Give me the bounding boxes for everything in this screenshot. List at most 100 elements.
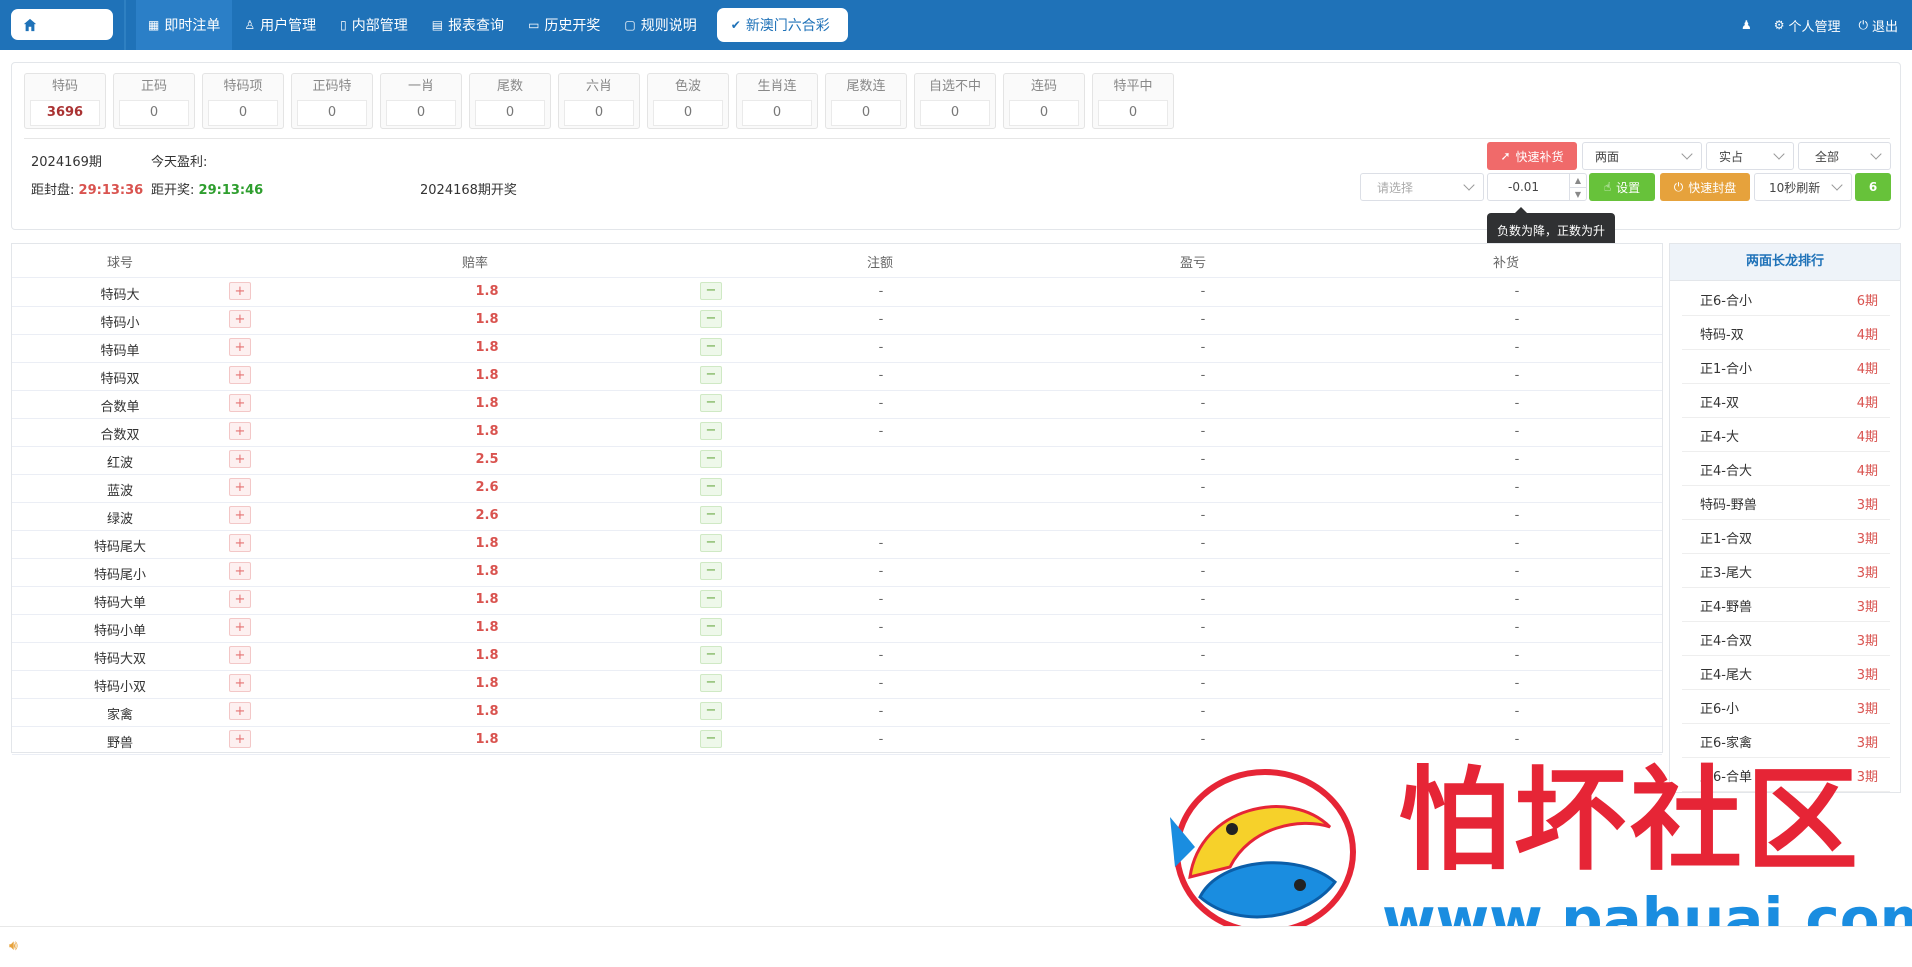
odds-value: 1.8	[475, 648, 499, 663]
odds-value: 1.8	[475, 676, 499, 691]
ranking-name: 正1-合双	[1700, 532, 1752, 547]
personal-settings-link[interactable]: ⚙ 个人管理	[1774, 16, 1841, 35]
adjust-stepper[interactable]: -0.01 ▲ ▼	[1487, 173, 1587, 201]
nav-item-internal[interactable]: ▯ 内部管理	[328, 0, 420, 50]
decrease-odds-button[interactable]: −	[700, 702, 722, 720]
ranking-name: 正6-小	[1700, 702, 1739, 717]
ranking-item: 正6-小 3期	[1682, 689, 1890, 724]
decrease-odds-button[interactable]: −	[700, 394, 722, 412]
category-tab[interactable]: 正码特 0	[291, 73, 373, 129]
odds-value: 1.8	[475, 732, 499, 747]
decrease-odds-button[interactable]: −	[700, 618, 722, 636]
refresh-select[interactable]: 10秒刷新	[1754, 173, 1852, 201]
category-tab[interactable]: 特平中 0	[1092, 73, 1174, 129]
hand-icon: ☝	[1603, 180, 1612, 194]
category-tab[interactable]: 特码项 0	[202, 73, 284, 129]
quick-seal-button[interactable]: ⏻ 快速封盘	[1660, 173, 1750, 201]
category-tab[interactable]: 尾数 0	[469, 73, 551, 129]
category-tab[interactable]: 特码 3696	[24, 73, 106, 129]
period-label: 2024169期	[31, 155, 102, 170]
ranking-periods: 3期	[1856, 566, 1878, 581]
user-avatar[interactable]: ♟	[1741, 18, 1756, 32]
increase-odds-button[interactable]: +	[229, 702, 251, 720]
quick-fill-button[interactable]: ➚ 快速补货	[1487, 142, 1577, 170]
table-row: 特码大双 +1.8 − - - -	[12, 642, 1662, 671]
category-tab[interactable]: 六肖 0	[558, 73, 640, 129]
nav-item-users[interactable]: ♙ 用户管理	[232, 0, 328, 50]
increase-odds-button[interactable]: +	[229, 618, 251, 636]
table-row: 特码尾小 +1.8 − - - -	[12, 558, 1662, 587]
category-tab[interactable]: 连码 0	[1003, 73, 1085, 129]
chevron-down-icon[interactable]: ▼	[1570, 188, 1586, 201]
refresh-count-badge[interactable]: 6	[1855, 173, 1891, 201]
decrease-odds-button[interactable]: −	[700, 338, 722, 356]
decrease-odds-button[interactable]: −	[700, 534, 722, 552]
speaker-icon[interactable]: 🔊︎	[9, 938, 18, 954]
pl-cell: -	[1200, 564, 1206, 579]
increase-odds-button[interactable]: +	[229, 310, 251, 328]
category-tab[interactable]: 自选不中 0	[914, 73, 996, 129]
increase-odds-button[interactable]: +	[229, 338, 251, 356]
increase-odds-button[interactable]: +	[229, 366, 251, 384]
ranking-item: 正6-合小 6期	[1682, 281, 1890, 316]
category-name: 一肖	[407, 79, 434, 94]
decrease-odds-button[interactable]: −	[700, 506, 722, 524]
increase-odds-button[interactable]: +	[229, 590, 251, 608]
category-tab[interactable]: 正码 0	[113, 73, 195, 129]
decrease-odds-button[interactable]: −	[700, 674, 722, 692]
home-button[interactable]	[11, 9, 113, 40]
decrease-odds-button[interactable]: −	[700, 590, 722, 608]
fill-cell: -	[1514, 620, 1520, 635]
table-row: 特码尾大 +1.8 − - - -	[12, 530, 1662, 559]
category-tab[interactable]: 一肖 0	[380, 73, 462, 129]
option-select[interactable]: 请选择	[1360, 173, 1484, 201]
ranking-item: 正4-大 4期	[1682, 417, 1890, 452]
decrease-odds-button[interactable]: −	[700, 478, 722, 496]
increase-odds-button[interactable]: +	[229, 478, 251, 496]
bet-cell: -	[878, 704, 884, 719]
ranking-periods: 3期	[1856, 532, 1878, 547]
increase-odds-button[interactable]: +	[229, 506, 251, 524]
decrease-odds-button[interactable]: −	[700, 310, 722, 328]
increase-odds-button[interactable]: +	[229, 282, 251, 300]
mode-select[interactable]: 两面	[1582, 142, 1702, 170]
logout-link[interactable]: ⏻ 退出	[1858, 16, 1898, 35]
share-select[interactable]: 实占	[1706, 142, 1794, 170]
decrease-odds-button[interactable]: −	[700, 282, 722, 300]
increase-odds-button[interactable]: +	[229, 562, 251, 580]
nav-label: 即时注单	[164, 18, 221, 34]
decrease-odds-button[interactable]: −	[700, 646, 722, 664]
increase-odds-button[interactable]: +	[229, 450, 251, 468]
category-tab[interactable]: 生肖连 0	[736, 73, 818, 129]
decrease-odds-button[interactable]: −	[700, 450, 722, 468]
nav-item-reports[interactable]: ▤ 报表查询	[420, 0, 516, 50]
category-tab[interactable]: 尾数连 0	[825, 73, 907, 129]
range-select[interactable]: 全部	[1798, 142, 1891, 170]
increase-odds-button[interactable]: +	[229, 730, 251, 748]
table-row: 特码双 +1.8 − - - -	[12, 362, 1662, 391]
nav-item-instant-bets[interactable]: ▦ 即时注单	[136, 0, 233, 50]
nav-item-history[interactable]: ▭ 历史开奖	[516, 0, 612, 50]
decrease-odds-button[interactable]: −	[700, 422, 722, 440]
category-value: 0	[475, 100, 545, 126]
pl-cell: -	[1200, 704, 1206, 719]
increase-odds-button[interactable]: +	[229, 646, 251, 664]
increase-odds-button[interactable]: +	[229, 674, 251, 692]
set-button[interactable]: ☝ 设置	[1589, 173, 1655, 201]
category-tab[interactable]: 色波 0	[647, 73, 729, 129]
nav-label: 内部管理	[351, 18, 408, 34]
decrease-odds-button[interactable]: −	[700, 562, 722, 580]
nav-menu: ▦ 即时注单 ♙ 用户管理 ▯ 内部管理 ▤ 报表查询 ▭ 历史开奖 ▢ 规则说明 ✔ 新澳门…	[136, 0, 848, 50]
category-value: 0	[119, 100, 189, 126]
ranking-item: 特码-双 4期	[1682, 315, 1890, 350]
increase-odds-button[interactable]: +	[229, 394, 251, 412]
chevron-up-icon[interactable]: ▲	[1570, 174, 1586, 188]
decrease-odds-button[interactable]: −	[700, 730, 722, 748]
game-selector[interactable]: ✔ 新澳门六合彩	[716, 8, 848, 42]
nav-item-rules[interactable]: ▢ 规则说明	[612, 0, 708, 50]
increase-odds-button[interactable]: +	[229, 422, 251, 440]
decrease-odds-button[interactable]: −	[700, 366, 722, 384]
increase-odds-button[interactable]: +	[229, 534, 251, 552]
header-ball: 球号	[107, 256, 134, 271]
fill-cell: -	[1514, 340, 1520, 355]
